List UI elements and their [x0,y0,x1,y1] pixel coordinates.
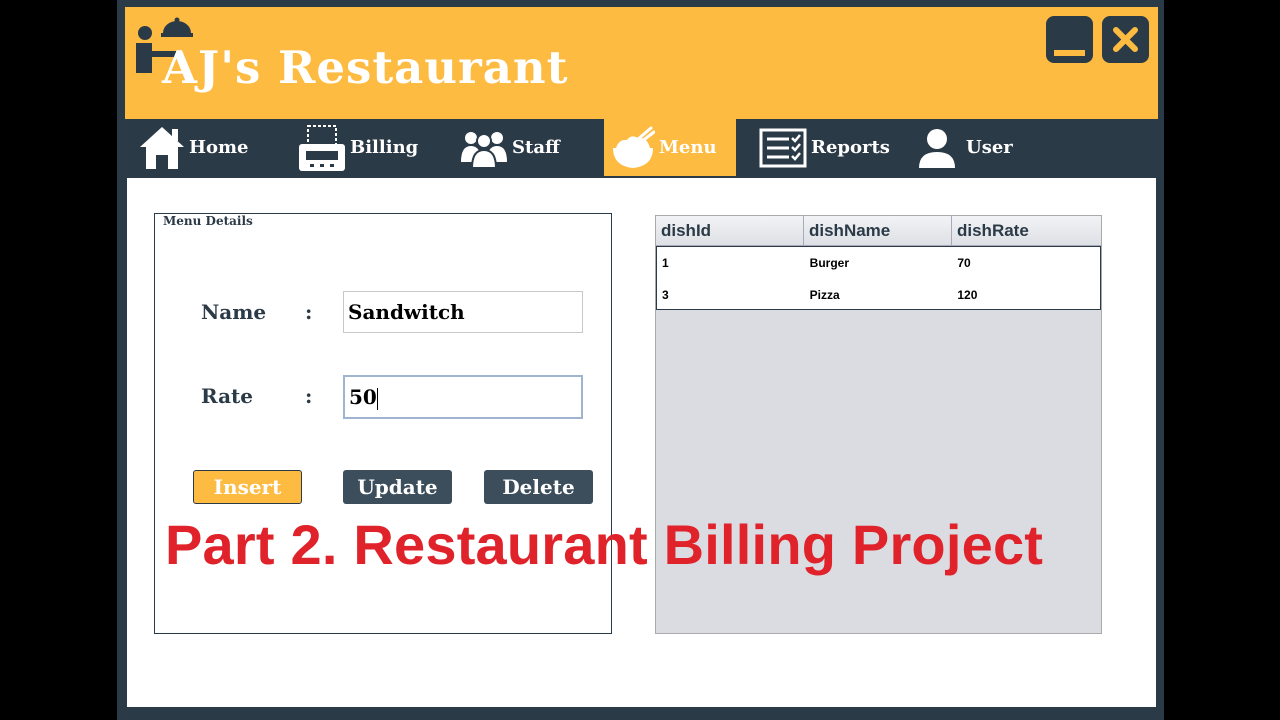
table-header: dishId dishName dishRate [656,216,1101,246]
user-icon [919,128,955,168]
nav-item-staff[interactable]: Staff [460,119,570,176]
nav-label-menu: Menu [659,137,717,158]
rate-input[interactable]: 50 [343,375,583,419]
minimize-button[interactable] [1046,16,1093,63]
table-cell: 3 [662,288,669,302]
nav-label-reports: Reports [811,137,890,158]
update-button[interactable]: Update [343,470,452,504]
table-cell: Pizza [809,288,840,302]
app-window: AJ's Restaurant Home Billing Staff Menu … [117,0,1164,720]
nav-label-staff: Staff [512,137,560,158]
table-body: 1 Burger 70 3 Pizza 120 [656,246,1101,310]
rate-label: Rate [201,384,254,408]
app-header: AJ's Restaurant [125,7,1158,119]
table-cell: 70 [957,256,971,270]
staff-icon [461,131,507,168]
name-label: Name [201,300,267,324]
table-cell: Burger [809,256,850,270]
content-area: Menu Details Name : Sandwitch Rate : 50 … [127,178,1156,707]
nav-label-home: Home [189,137,249,158]
billing-icon [299,124,345,171]
rate-colon: : [305,384,313,408]
rate-input-value: 50 [349,385,377,409]
table-cell: 120 [957,288,978,302]
app-title: AJ's Restaurant [162,41,569,94]
table-row[interactable]: 1 Burger 70 [657,247,1100,279]
table-cell: 1 [662,256,669,270]
name-input[interactable]: Sandwitch [343,291,583,333]
nav-label-billing: Billing [350,137,419,158]
table-row[interactable]: 3 Pizza 120 [657,279,1100,311]
text-cursor [376,387,378,410]
nav-item-home[interactable]: Home [140,119,260,176]
panel-title: Menu Details [163,214,253,228]
home-icon [140,127,184,169]
nav-bar: Home Billing Staff Menu Reports User [125,119,1158,176]
minimize-icon [1054,50,1085,56]
nav-item-user[interactable]: User [918,119,1018,176]
close-button[interactable] [1102,16,1149,63]
close-icon [1113,27,1138,52]
name-colon: : [305,300,313,324]
column-header-dishrate[interactable]: dishRate [952,216,1100,245]
nav-label-user: User [966,137,1013,158]
delete-button[interactable]: Delete [484,470,593,504]
video-caption-overlay: Part 2. Restaurant Billing Project [165,513,1044,576]
reports-icon [759,128,807,167]
nav-item-menu[interactable]: Menu [604,119,736,176]
nav-item-billing[interactable]: Billing [298,119,428,176]
nav-item-reports[interactable]: Reports [759,119,894,176]
menu-icon [613,126,655,168]
column-header-dishid[interactable]: dishId [656,216,804,245]
insert-button[interactable]: Insert [193,470,302,504]
column-header-dishname[interactable]: dishName [804,216,952,245]
